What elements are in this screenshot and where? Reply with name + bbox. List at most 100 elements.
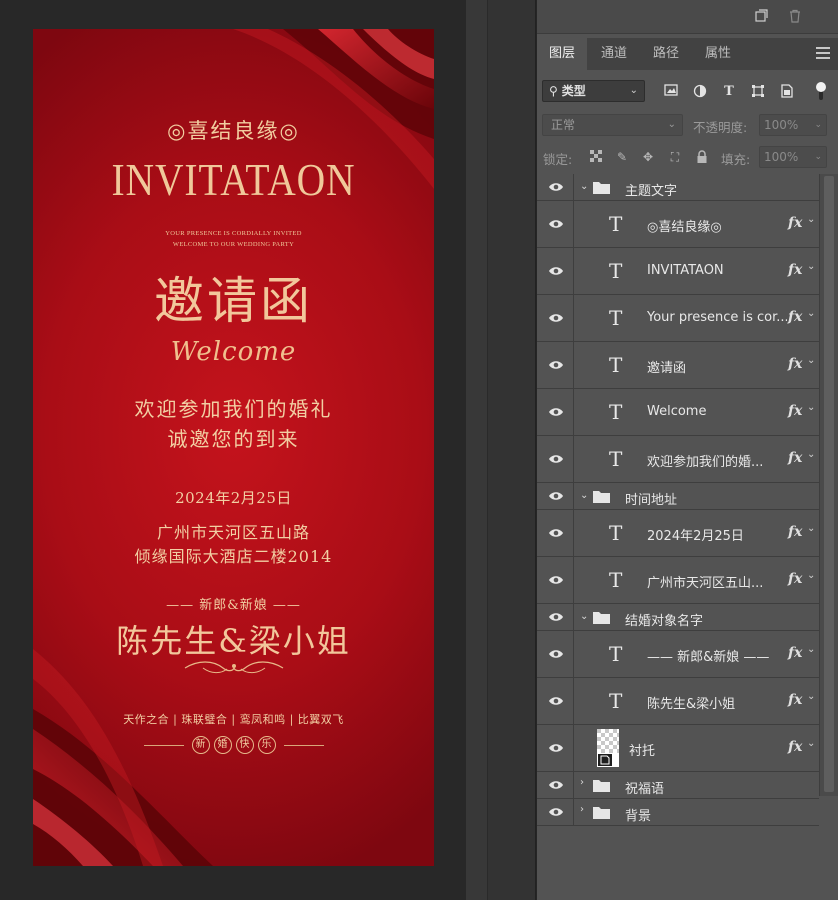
panel-menu-icon[interactable] <box>816 47 830 59</box>
chevron-right-icon[interactable]: › <box>580 777 584 788</box>
layer-row[interactable]: T INVITATAON fx ⌄ <box>537 248 819 295</box>
invitation-poster[interactable]: ◎喜结良缘◎ INVITATAON YOUR PRESENCE IS CORDI… <box>33 29 434 866</box>
visibility-toggle[interactable] <box>537 557 574 603</box>
layer-name: 时间地址 <box>625 493 678 508</box>
new-layer-icon[interactable] <box>753 9 769 25</box>
layer-effects-icon[interactable]: fx <box>788 403 802 419</box>
filter-toggle[interactable] <box>816 80 826 102</box>
layer-row[interactable]: T ◎喜结良缘◎ fx ⌄ <box>537 201 819 248</box>
visibility-toggle[interactable] <box>537 772 574 798</box>
fill-field[interactable]: 100% ⌄ <box>759 146 827 168</box>
text-layer-icon: T <box>609 521 623 545</box>
chevron-down-icon[interactable]: ⌄ <box>807 523 815 534</box>
visibility-toggle[interactable] <box>537 436 574 482</box>
layer-effects-icon[interactable]: fx <box>788 215 802 231</box>
text-layer-icon: T <box>609 259 623 283</box>
chevron-down-icon[interactable]: ⌄ <box>807 308 815 319</box>
blend-mode-select[interactable]: 正常 ⌄ <box>542 114 683 136</box>
adjustment-filter-icon[interactable] <box>692 84 708 100</box>
layer-row[interactable]: T —— 新郎&新娘 —— fx ⌄ <box>537 631 819 678</box>
chevron-down-icon[interactable]: ⌄ <box>807 214 815 225</box>
layer-name: 2024年2月25日 <box>647 529 744 544</box>
visibility-toggle[interactable] <box>537 342 574 388</box>
blend-mode-value: 正常 <box>551 118 576 132</box>
chevron-down-icon[interactable]: ⌄ <box>807 738 815 749</box>
lock-all-icon[interactable] <box>695 150 709 164</box>
chevron-down-icon[interactable]: ⌄ <box>807 570 815 581</box>
chevron-right-icon[interactable]: › <box>580 804 584 815</box>
scrollbar-thumb[interactable] <box>824 176 834 792</box>
visibility-toggle[interactable] <box>537 248 574 294</box>
panel-tabs: 图层 通道 路径 属性 <box>537 38 838 70</box>
visibility-toggle[interactable] <box>537 389 574 435</box>
layer-row[interactable]: T 欢迎参加我们的婚... fx ⌄ <box>537 436 819 483</box>
blend-row: 正常 ⌄ 不透明度: 100% ⌄ <box>537 110 838 140</box>
smart-object-filter-icon[interactable] <box>779 84 795 100</box>
trash-icon[interactable] <box>787 9 803 25</box>
lock-position-icon[interactable]: ✥ <box>641 150 655 164</box>
visibility-toggle[interactable] <box>537 174 574 200</box>
visibility-toggle[interactable] <box>537 295 574 341</box>
tab-layers[interactable]: 图层 <box>537 38 587 70</box>
canvas-scrollbar[interactable] <box>466 0 488 900</box>
layer-effects-icon[interactable]: fx <box>788 645 802 661</box>
visibility-toggle[interactable] <box>537 725 574 771</box>
chevron-down-icon[interactable]: ⌄ <box>807 261 815 272</box>
visibility-toggle[interactable] <box>537 604 574 630</box>
layer-row[interactable]: T Welcome fx ⌄ <box>537 389 819 436</box>
visibility-toggle[interactable] <box>537 631 574 677</box>
layer-group-row[interactable]: ⌄ 时间地址 <box>537 483 819 510</box>
visibility-toggle[interactable] <box>537 510 574 556</box>
collapsed-panel-dock[interactable] <box>488 0 536 900</box>
chevron-down-icon[interactable]: ⌄ <box>807 355 815 366</box>
layer-row[interactable]: 衬托 fx ⌄ <box>537 725 819 772</box>
chevron-down-icon[interactable]: ⌄ <box>580 490 588 501</box>
text-layer-icon: T <box>609 447 623 471</box>
opacity-field[interactable]: 100% ⌄ <box>759 114 827 136</box>
chevron-down-icon[interactable]: ⌄ <box>807 644 815 655</box>
lock-pixels-icon[interactable]: ✎ <box>615 150 629 164</box>
eye-icon <box>549 408 563 416</box>
layer-row[interactable]: T 陈先生&梁小姐 fx ⌄ <box>537 678 819 725</box>
layer-effects-icon[interactable]: fx <box>788 262 802 278</box>
pixel-filter-icon[interactable] <box>663 84 679 100</box>
layer-name: —— 新郎&新娘 —— <box>647 650 770 665</box>
chevron-down-icon[interactable]: ⌄ <box>807 691 815 702</box>
layer-row[interactable]: T 邀请函 fx ⌄ <box>537 342 819 389</box>
tab-properties[interactable]: 属性 <box>693 38 743 70</box>
layer-row[interactable]: T 广州市天河区五山... fx ⌄ <box>537 557 819 604</box>
type-filter-icon[interactable]: T <box>721 84 737 100</box>
visibility-toggle[interactable] <box>537 201 574 247</box>
eye-icon <box>549 613 563 621</box>
layer-group-row[interactable]: ⌄ 主题文字 <box>537 174 819 201</box>
visibility-toggle[interactable] <box>537 483 574 509</box>
lock-artboard-icon[interactable]: ⛶ <box>668 150 682 164</box>
layer-group-row[interactable]: › 祝福语 <box>537 772 819 799</box>
shape-filter-icon[interactable] <box>750 84 766 100</box>
layer-row[interactable]: T 2024年2月25日 fx ⌄ <box>537 510 819 557</box>
lock-transparent-icon[interactable] <box>589 150 603 164</box>
layer-effects-icon[interactable]: fx <box>788 524 802 540</box>
layer-group-row[interactable]: ⌄ 结婚对象名字 <box>537 604 819 631</box>
chevron-down-icon[interactable]: ⌄ <box>580 181 588 192</box>
divider-line <box>143 744 184 746</box>
layer-effects-icon[interactable]: fx <box>788 692 802 708</box>
layer-effects-icon[interactable]: fx <box>788 739 802 755</box>
chevron-down-icon[interactable]: ⌄ <box>807 402 815 413</box>
filter-kind-select[interactable]: ⚲ 类型 ⌄ <box>542 80 645 102</box>
tab-paths[interactable]: 路径 <box>641 38 691 70</box>
layer-effects-icon[interactable]: fx <box>788 571 802 587</box>
layer-group-row[interactable]: › 背景 <box>537 799 819 826</box>
layer-list-scrollbar[interactable] <box>819 174 838 796</box>
chevron-down-icon[interactable]: ⌄ <box>580 611 588 622</box>
eye-icon <box>549 267 563 275</box>
chevron-down-icon[interactable]: ⌄ <box>807 449 815 460</box>
layer-effects-icon[interactable]: fx <box>788 356 802 372</box>
layer-row[interactable]: T Your presence is cor... fx ⌄ <box>537 295 819 342</box>
layer-effects-icon[interactable]: fx <box>788 309 802 325</box>
visibility-toggle[interactable] <box>537 799 574 825</box>
tab-channels[interactable]: 通道 <box>589 38 639 70</box>
visibility-toggle[interactable] <box>537 678 574 724</box>
document-canvas-area[interactable]: ◎喜结良缘◎ INVITATAON YOUR PRESENCE IS CORDI… <box>0 0 466 900</box>
layer-effects-icon[interactable]: fx <box>788 450 802 466</box>
